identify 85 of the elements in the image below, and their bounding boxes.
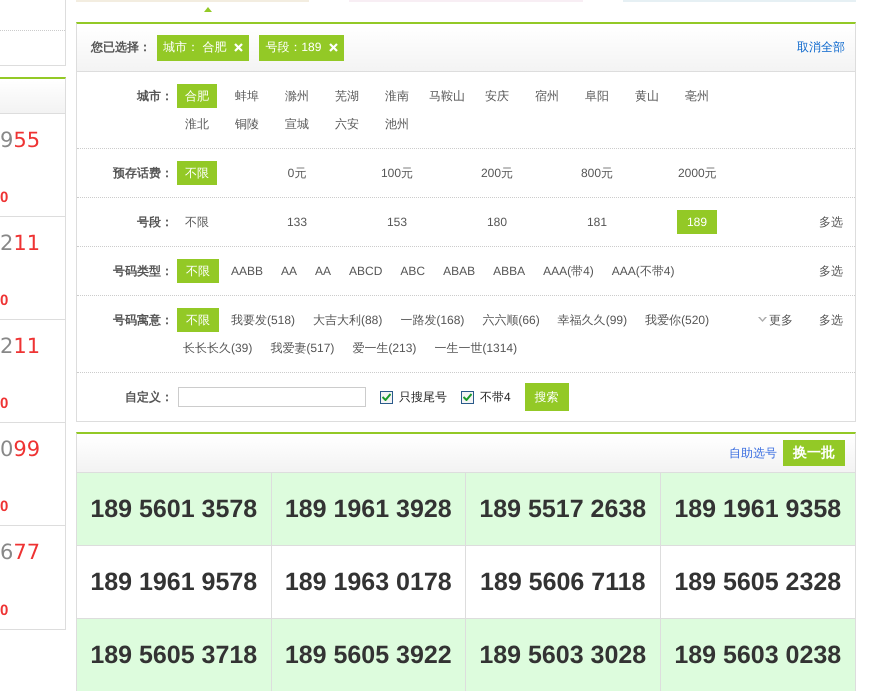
filter-option[interactable]: 亳州	[677, 84, 717, 108]
filter-option[interactable]: 六六顺(66)	[476, 308, 546, 332]
checkbox[interactable]	[380, 390, 393, 404]
checkbox[interactable]	[461, 390, 474, 404]
self-select-link[interactable]: 自助选号	[729, 444, 777, 462]
filter-option[interactable]: 大吉大利(88)	[307, 308, 388, 332]
filter-option[interactable]: 100元	[377, 161, 417, 185]
filter-option[interactable]: 长长长久(39)	[177, 336, 258, 360]
filter-option[interactable]: 180	[477, 210, 517, 234]
filter-option[interactable]: 我要发(518)	[225, 308, 302, 332]
filter-option[interactable]: 181	[577, 210, 617, 234]
filter-option[interactable]: 一生一世(1314)	[428, 336, 524, 360]
phone-number[interactable]: 955	[0, 128, 65, 152]
filter-option[interactable]: ABAB	[437, 259, 482, 283]
phone-number-cell[interactable]: 189 1961 3928	[272, 473, 466, 546]
filter-option[interactable]: 蚌埠	[227, 84, 267, 108]
filter-option[interactable]: 800元	[577, 161, 617, 185]
phone-number-cell[interactable]: 189 1961 9358	[660, 473, 855, 546]
price: 0	[0, 292, 10, 309]
filter-option[interactable]: 宣城	[277, 112, 317, 136]
filter-option[interactable]: 不限	[177, 210, 217, 234]
phone-number-cell[interactable]: 189 5603 3028	[466, 619, 660, 691]
filter-option[interactable]: 淮南	[377, 84, 417, 108]
filter-label: 城市：	[136, 88, 174, 105]
filter-option[interactable]: 阜阳	[577, 84, 617, 108]
caret-icon	[204, 7, 212, 12]
filter-label: 自定义：	[124, 389, 174, 406]
filter-option[interactable]: 2000元	[677, 161, 718, 185]
phone-number[interactable]: 211	[0, 334, 65, 358]
close-icon[interactable]	[234, 43, 244, 52]
filter-option[interactable]: 淮北	[177, 112, 217, 136]
phone-number[interactable]: 677	[0, 540, 65, 564]
filter-option[interactable]: 153	[377, 210, 417, 234]
custom-input-field[interactable]	[178, 387, 366, 407]
filter-option[interactable]: 我爱你(520)	[639, 308, 716, 332]
multi-select-link[interactable]: 多选	[819, 308, 843, 332]
filter-option[interactable]: 滁州	[277, 84, 317, 108]
clear-all-link[interactable]: 取消全部	[797, 39, 845, 56]
filter-option[interactable]: 爱一生(213)	[346, 336, 422, 360]
filter-option[interactable]: 宿州	[527, 84, 567, 108]
filter-option[interactable]: ABC	[394, 259, 432, 283]
multi-select-link[interactable]: 多选	[819, 210, 843, 234]
phone-number-cell[interactable]: 189 5605 3718	[77, 619, 272, 691]
filter-label: 预存话费：	[112, 165, 174, 182]
filter-option[interactable]: AAA(不带4)	[606, 259, 680, 283]
filter-option[interactable]: 马鞍山	[427, 84, 467, 108]
filter-label: 号码寓意：	[112, 312, 174, 329]
phone-number-cell[interactable]: 189 5603 0238	[660, 619, 855, 691]
checkbox-label: 只搜尾号	[399, 388, 447, 406]
filter-option[interactable]: 芜湖	[327, 84, 367, 108]
more-link[interactable]: 更多	[758, 308, 793, 332]
filter-option[interactable]: 一路发(168)	[394, 308, 470, 332]
filter-option[interactable]: AA	[309, 259, 338, 283]
filter-option[interactable]: 池州	[377, 112, 417, 136]
filter-option[interactable]: 0元	[277, 161, 317, 185]
phone-number[interactable]: 211	[0, 231, 65, 255]
filter-option[interactable]: 安庆	[477, 84, 517, 108]
filter-option[interactable]: 铜陵	[227, 112, 267, 136]
phone-number-cell[interactable]: 189 5601 3578	[77, 473, 272, 546]
chevron-icon	[758, 317, 767, 323]
filter-option[interactable]: AA	[275, 259, 304, 283]
filter-option[interactable]: ABBA	[487, 259, 532, 283]
selected-label: 您已选择：	[91, 39, 151, 56]
filter-option[interactable]: 200元	[477, 161, 517, 185]
filter-option[interactable]: 幸福久久(99)	[552, 308, 634, 332]
filter-option[interactable]: ABCD	[343, 259, 388, 283]
close-icon[interactable]	[329, 43, 338, 52]
filter-option[interactable]: 黄山	[627, 84, 667, 108]
sidebar-box	[0, 0, 66, 66]
filter-option[interactable]: 六安	[327, 112, 367, 136]
price: 0	[0, 498, 10, 515]
multi-select-link[interactable]: 多选	[819, 259, 843, 283]
price: 0	[0, 189, 10, 206]
phone-number-cell[interactable]: 189 5517 2638	[466, 473, 660, 546]
filter-label: 号段：	[136, 214, 174, 231]
price: 0	[0, 602, 10, 619]
filter-option[interactable]: AABB	[225, 259, 270, 283]
phone-number[interactable]: 099	[0, 437, 65, 461]
filter-option[interactable]: AAA(带4)	[537, 259, 600, 283]
phone-number-cell[interactable]: 189 5605 3922	[272, 619, 466, 691]
filter-label: 号码类型：	[112, 263, 174, 280]
filter-option[interactable]: 133	[277, 210, 317, 234]
filter-option[interactable]: 我爱妻(517)	[264, 336, 340, 360]
checkbox-label: 不带4	[480, 388, 511, 406]
price: 0	[0, 395, 10, 412]
